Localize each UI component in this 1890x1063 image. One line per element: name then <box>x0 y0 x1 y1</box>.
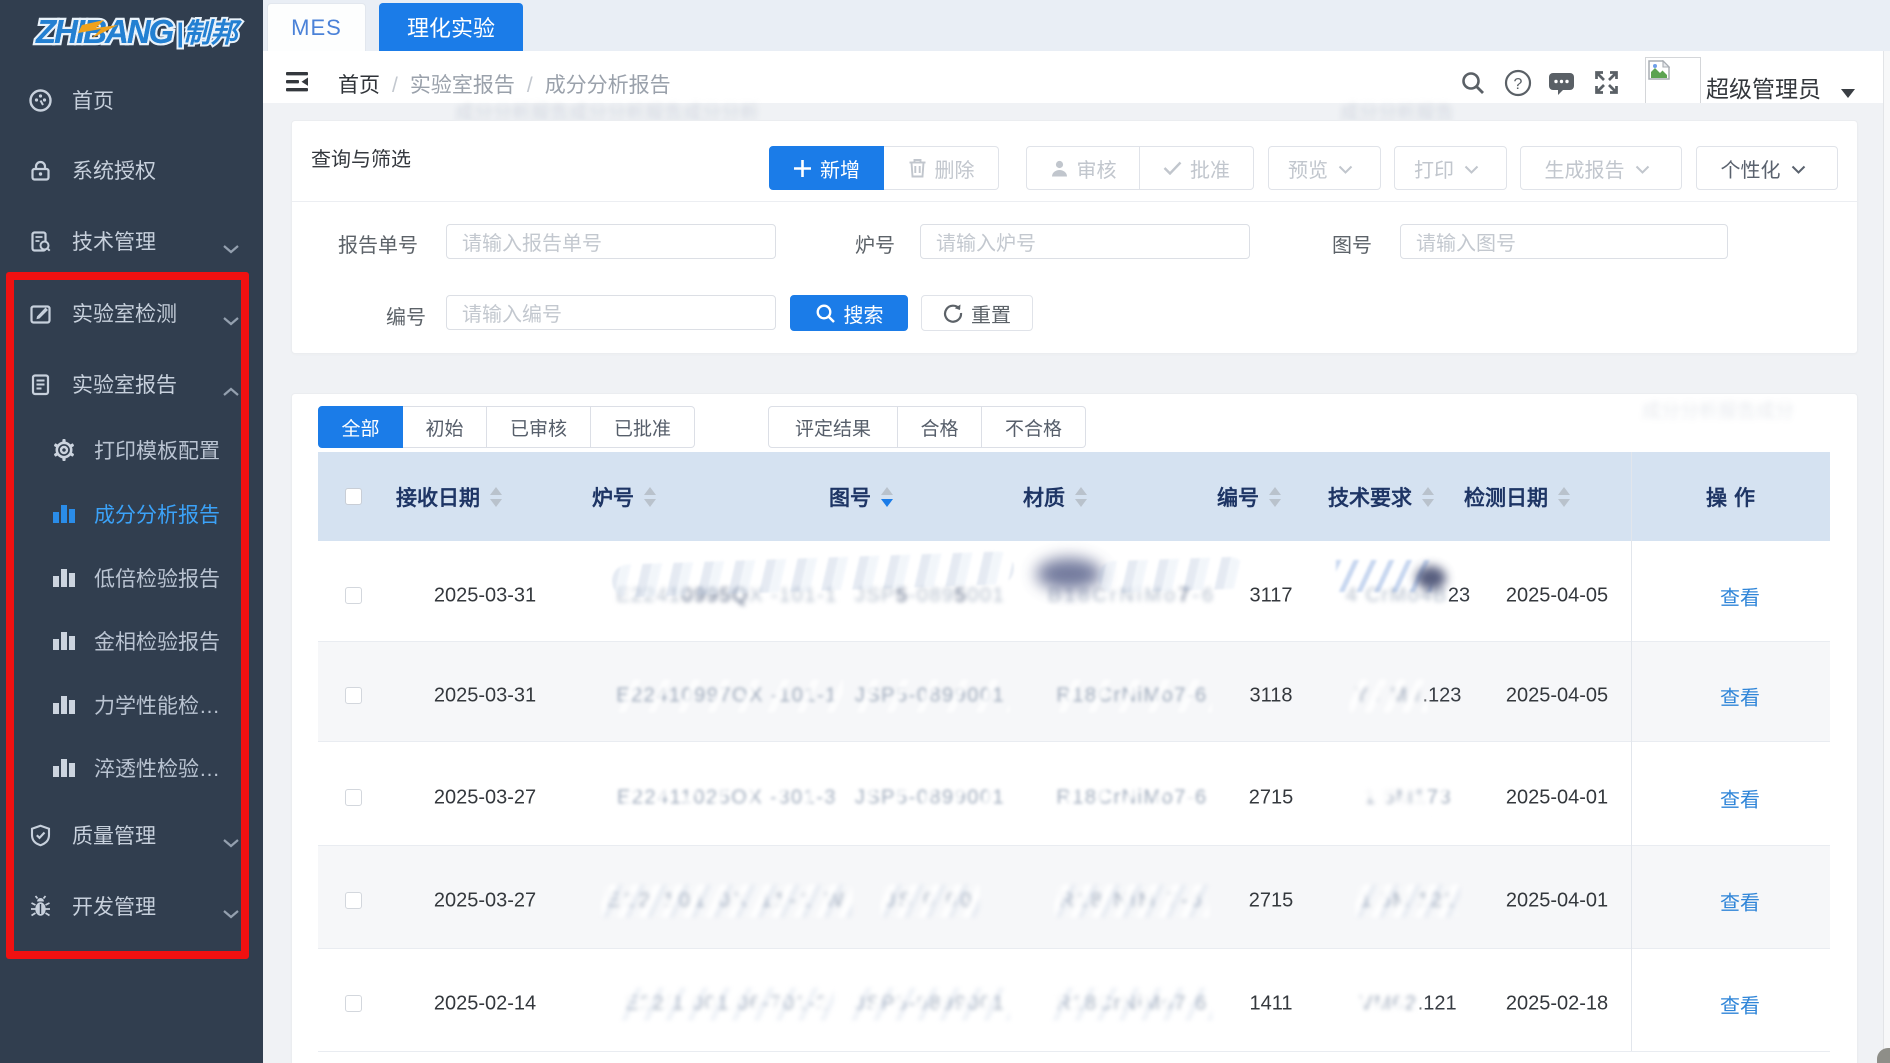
svg-text:?: ? <box>1514 76 1523 93</box>
svg-text:|制邦: |制邦 <box>176 18 243 48</box>
